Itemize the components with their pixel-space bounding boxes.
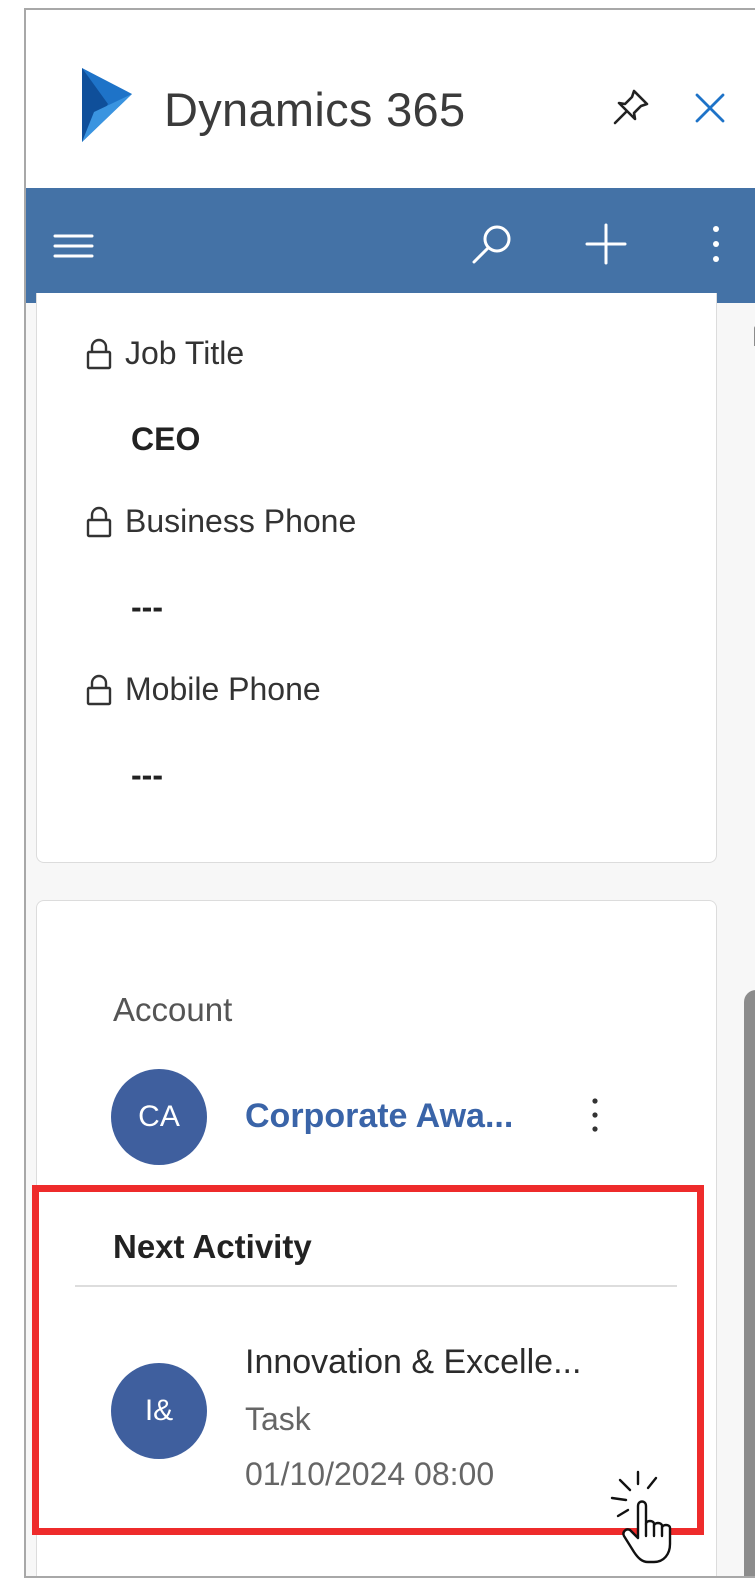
job-title-value: CEO [131,421,201,457]
close-icon[interactable] [690,88,730,128]
more-vertical-icon[interactable] [706,222,726,266]
mobile-phone-value[interactable]: --- [131,757,163,794]
account-avatar: CA [111,1069,207,1165]
account-link[interactable]: Corporate Awa... [245,1097,513,1136]
search-icon[interactable] [470,222,514,266]
add-icon[interactable] [584,222,628,266]
scroll-thumb[interactable] [744,990,755,1576]
activity-type: Task [245,1401,311,1437]
account-section-label: Account [113,991,233,1028]
activity-avatar: I& [111,1363,207,1459]
activity-name[interactable]: Innovation & Excelle... [245,1343,581,1382]
field-business-phone: Business Phone [85,503,356,540]
command-bar [26,188,755,303]
contact-details-card: Job Title CEO Business Phone --- Mobile … [36,293,717,863]
business-phone-value[interactable]: --- [131,589,163,626]
field-label: Job Title [125,335,245,371]
hamburger-menu-icon[interactable] [52,228,96,264]
scroll-down-arrow-icon[interactable] [742,1546,755,1570]
title-bar: Dynamics 365 [26,10,755,188]
lock-icon [86,674,112,705]
field-label: Mobile Phone [125,671,321,707]
field-label: Business Phone [125,503,357,539]
account-card: Account CA Corporate Awa... Next Activit… [36,900,717,1576]
field-job-title: Job Title [85,335,244,372]
divider [75,1285,677,1287]
scroll-up-arrow-icon[interactable] [742,324,755,348]
activity-due-date: 01/10/2024 08:00 [245,1456,495,1492]
lock-icon [86,338,112,369]
lock-icon [86,506,112,537]
field-mobile-phone: Mobile Phone [85,671,321,708]
form-content: Job Title CEO Business Phone --- Mobile … [26,293,755,1576]
scrollbar[interactable] [738,310,755,1576]
more-vertical-icon[interactable] [587,1093,603,1137]
pin-icon[interactable] [610,86,652,128]
app-window: Dynamics 365 Job Title CEO Business Phon… [24,8,755,1578]
dynamics-logo-icon [82,68,132,142]
next-activity-title: Next Activity [113,1228,312,1265]
app-title: Dynamics 365 [164,83,466,136]
